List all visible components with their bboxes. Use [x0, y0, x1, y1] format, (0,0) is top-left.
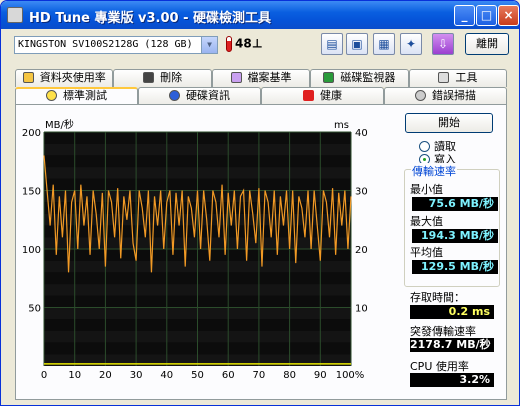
- folder-icon: [22, 72, 34, 83]
- tab-label: 檔案基準: [247, 71, 292, 84]
- tab-file-benchmark[interactable]: 檔案基準: [211, 69, 311, 87]
- info-icon: [169, 90, 180, 101]
- start-button[interactable]: 開始: [405, 113, 493, 133]
- x-tick-label: 0: [41, 370, 47, 381]
- tab-benchmark[interactable]: 標準測試: [15, 87, 138, 105]
- min-label: 最小值: [410, 183, 443, 196]
- tab-label: 錯誤掃描: [432, 89, 476, 102]
- lightbulb-icon: [46, 90, 57, 101]
- drive-select-value: KINGSTON SV100S2128G (128 GB): [18, 39, 193, 50]
- exit-button[interactable]: 離開: [465, 33, 509, 55]
- tab-row-lower: 標準測試 硬碟資訊 健康 錯誤掃描: [15, 87, 507, 105]
- tab-label: 健康: [320, 89, 342, 102]
- benchmark-controls: 開始 讀取 寫入 傳輸速率 最小值 75.6 MB/秒 最大值 194.3 MB…: [399, 109, 507, 399]
- cpu-usage-value: 3.2%: [410, 373, 494, 387]
- x-tick-label: 20: [99, 370, 112, 381]
- x-tick-label: 50: [191, 370, 204, 381]
- avg-label: 平均值: [410, 246, 443, 259]
- tab-row-upper: 資料夾使用率 刪除 檔案基準 磁碟監視器 工具: [15, 69, 508, 87]
- tab-label: 硬碟資訊: [186, 89, 230, 102]
- tab-info[interactable]: 硬碟資訊: [138, 87, 261, 105]
- copy-text-icon[interactable]: ▤: [321, 33, 343, 55]
- avg-value: 129.5 MB/秒: [412, 260, 498, 274]
- burst-rate-value: 2178.7 MB/秒: [410, 338, 494, 352]
- transfer-rate-group: 傳輸速率 最小值 75.6 MB/秒 最大值 194.3 MB/秒 平均值 12…: [404, 163, 500, 287]
- transfer-rate-title: 傳輸速率: [411, 163, 457, 179]
- speaker-icon: [438, 72, 450, 83]
- download-icon[interactable]: ⇩: [432, 33, 454, 55]
- tab-disk-monitor[interactable]: 磁碟監視器: [310, 69, 409, 87]
- copy-screenshot-icon[interactable]: ▣: [346, 33, 368, 55]
- y-tick-label-right: 20: [355, 245, 368, 256]
- x-tick-label: 60: [222, 370, 235, 381]
- y-tick-label-left: 100: [22, 245, 41, 256]
- x-tick-label: 40: [160, 370, 173, 381]
- file-benchmark-icon: [230, 72, 242, 83]
- window-title: HD Tune 專業版 v3.00 - 硬碟檢測工具: [29, 11, 272, 26]
- app-icon: [7, 7, 23, 23]
- burst-rate-label: 突發傳輸速率: [410, 325, 476, 338]
- tab-folder-usage[interactable]: 資料夾使用率: [15, 69, 114, 87]
- cpu-usage-label: CPU 使用率: [410, 360, 469, 373]
- x-tick-label: 80: [283, 370, 296, 381]
- y-tick-label-right: 30: [355, 187, 368, 198]
- tab-error-scan[interactable]: 錯誤掃描: [384, 87, 507, 105]
- health-cross-icon: [303, 90, 314, 101]
- min-value: 75.6 MB/秒: [412, 197, 498, 211]
- trash-icon: [143, 72, 155, 83]
- close-button[interactable]: ×: [498, 5, 519, 26]
- temperature-readout: 48⊥: [226, 36, 263, 54]
- x-tick-label: 90: [314, 370, 327, 381]
- minimize-button[interactable]: _: [454, 5, 475, 26]
- y-tick-label-left: 200: [22, 128, 41, 139]
- y-axis-title-left: MB/秒: [45, 118, 74, 131]
- max-value: 194.3 MB/秒: [412, 229, 498, 243]
- max-label: 最大值: [410, 215, 443, 228]
- tab-label: 工具: [455, 71, 478, 84]
- benchmark-chart: 50 100 150 200 10 20 30 40 0 10 20 30 40 50 60 70 80 90 10…: [22, 118, 368, 381]
- temperature-unit: ⊥: [251, 36, 263, 51]
- drive-select[interactable]: KINGSTON SV100S2128G (128 GB) ▼: [14, 36, 218, 54]
- thermometer-icon: [226, 36, 232, 52]
- temperature-value: 48: [235, 36, 252, 51]
- y-tick-label-right: 10: [355, 304, 368, 315]
- chart-area: 50 100 150 200 10 20 30 40 0 10 20 30 40 50 60 70 80 90 10…: [22, 118, 368, 381]
- x-tick-label: 30: [130, 370, 143, 381]
- tab-label: 資料夾使用率: [39, 71, 106, 84]
- y-tick-label-left: 50: [28, 304, 41, 315]
- tab-label: 磁碟監視器: [340, 71, 396, 84]
- tab-label: 標準測試: [63, 89, 107, 102]
- magnifier-icon: [415, 90, 426, 101]
- tab-health[interactable]: 健康: [261, 87, 384, 105]
- app-window: HD Tune 專業版 v3.00 - 硬碟檢測工具 _ □ × KINGSTO…: [0, 0, 520, 406]
- access-time-value: 0.2 ms: [410, 305, 494, 319]
- x-tick-label: 70: [253, 370, 266, 381]
- tab-tools[interactable]: 工具: [408, 69, 508, 87]
- x-tick-label: 10: [68, 370, 81, 381]
- x-tick-label: 100%: [336, 370, 365, 381]
- tab-erase[interactable]: 刪除: [113, 69, 212, 87]
- maximize-button[interactable]: □: [476, 5, 497, 26]
- y-axis-title-right: ms: [334, 120, 349, 131]
- access-time-label: 存取時間：: [410, 291, 465, 304]
- title-bar[interactable]: HD Tune 專業版 v3.00 - 硬碟檢測工具 _ □ ×: [1, 1, 519, 29]
- chevron-down-icon[interactable]: ▼: [201, 37, 217, 53]
- y-tick-label-right: 40: [355, 128, 368, 139]
- y-tick-label-left: 150: [22, 187, 41, 198]
- save-icon[interactable]: ▦: [373, 33, 395, 55]
- tab-label: 刪除: [160, 71, 183, 84]
- options-icon[interactable]: ✦: [400, 33, 422, 55]
- monitor-icon: [323, 72, 335, 83]
